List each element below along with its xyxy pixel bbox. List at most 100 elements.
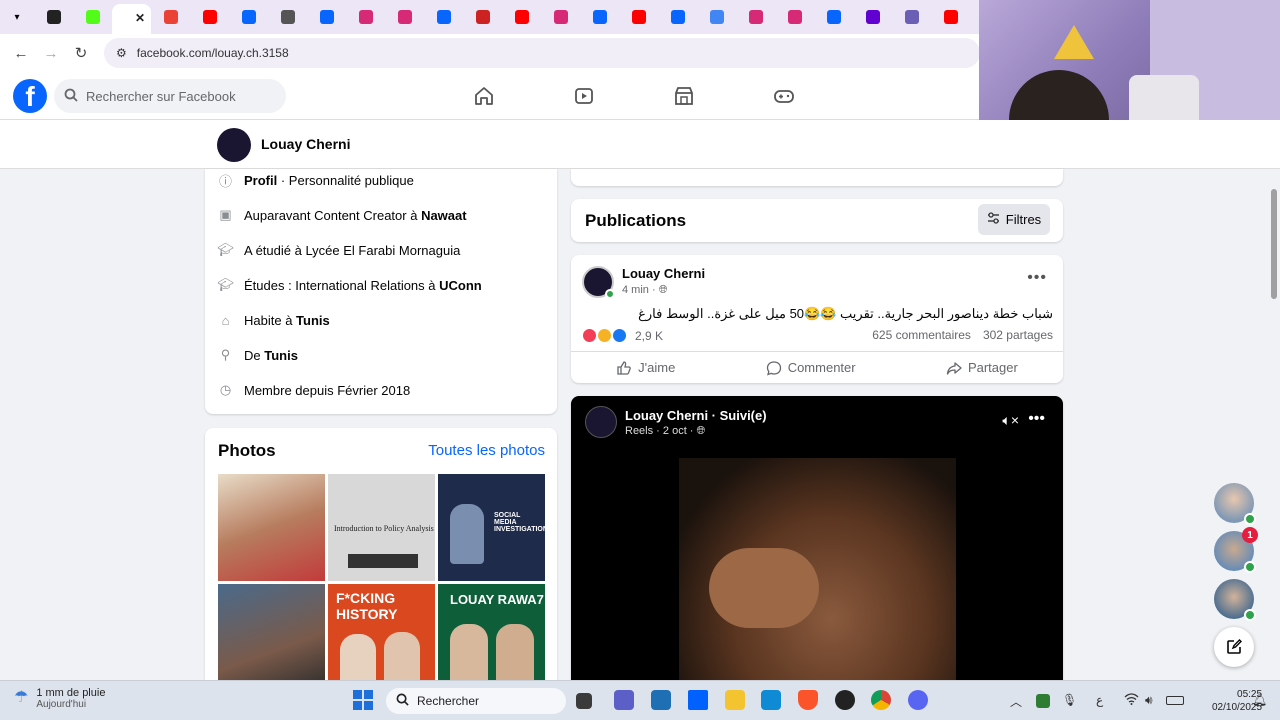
dropbox-icon[interactable] bbox=[688, 690, 708, 710]
chat-head[interactable] bbox=[1214, 579, 1256, 621]
browser-tab[interactable] bbox=[463, 0, 502, 34]
facebook-icon bbox=[241, 10, 256, 24]
globe-icon bbox=[904, 10, 919, 24]
intro-row-text: De Tunis bbox=[244, 347, 298, 363]
browser-tab[interactable] bbox=[736, 0, 775, 34]
browser-tab[interactable] bbox=[268, 0, 307, 34]
more-options-icon[interactable]: ••• bbox=[1027, 269, 1047, 287]
globe-icon: 🌐︎ bbox=[658, 284, 668, 296]
site-info-icon[interactable]: ⚙ bbox=[116, 46, 127, 60]
browser-tab[interactable] bbox=[424, 0, 463, 34]
battery-icon[interactable] bbox=[1166, 696, 1184, 705]
sliders-icon bbox=[987, 212, 1000, 227]
like-button[interactable]: J'aime bbox=[616, 360, 675, 376]
browser-tab[interactable] bbox=[853, 0, 892, 34]
browser-tab[interactable] bbox=[619, 0, 658, 34]
reel-author[interactable]: Louay Cherni · Suivi(e) bbox=[625, 408, 767, 423]
wifi-icon[interactable] bbox=[1124, 693, 1139, 708]
gaming-icon[interactable] bbox=[772, 84, 796, 108]
browser-tab[interactable] bbox=[385, 0, 424, 34]
app-icon bbox=[46, 10, 61, 24]
share-button[interactable]: Partager bbox=[946, 360, 1018, 376]
browser-tab[interactable] bbox=[229, 0, 268, 34]
photo-thumb[interactable]: SOCIAL MEDIA INVESTIGATION bbox=[438, 474, 545, 581]
all-photos-link[interactable]: Toutes les photos bbox=[428, 442, 545, 459]
mute-icon[interactable]: 🔈︎× bbox=[1002, 412, 1019, 429]
video-icon[interactable] bbox=[572, 84, 596, 108]
browser-tab[interactable] bbox=[814, 0, 853, 34]
haha-reaction-icon bbox=[597, 328, 612, 343]
file-explorer-icon[interactable] bbox=[725, 690, 745, 710]
weather-widget[interactable]: ☂ 1 mm de pluie Aujourd'hui bbox=[14, 687, 105, 710]
reel-card[interactable]: Louay Cherni · Suivi(e) Reels · 2 oct · … bbox=[571, 396, 1063, 686]
browser-tab[interactable] bbox=[502, 0, 541, 34]
notification-icon[interactable]: 🔔︎ bbox=[1252, 693, 1267, 707]
browser-tab[interactable] bbox=[658, 0, 697, 34]
scrollbar[interactable] bbox=[1268, 169, 1280, 680]
discord-icon[interactable] bbox=[908, 690, 928, 710]
new-message-icon[interactable] bbox=[1214, 627, 1254, 667]
browser-tab[interactable] bbox=[190, 0, 229, 34]
browser-tab[interactable] bbox=[892, 0, 931, 34]
browser-tab[interactable] bbox=[697, 0, 736, 34]
language-indicator[interactable]: ع bbox=[1096, 693, 1103, 707]
app-icon[interactable] bbox=[761, 690, 781, 710]
browser-tab[interactable] bbox=[580, 0, 619, 34]
facebook-search-input[interactable]: Rechercher sur Facebook bbox=[54, 79, 286, 113]
brave-icon[interactable] bbox=[798, 690, 818, 710]
chevron-down-icon[interactable]: ▾ bbox=[0, 0, 34, 34]
address-bar[interactable]: ⚙ facebook.com/louay.ch.3158 bbox=[104, 38, 980, 68]
volume-icon[interactable]: 🔊︎ bbox=[1145, 693, 1153, 708]
browser-tab[interactable] bbox=[931, 0, 970, 34]
post-author[interactable]: Louay Cherni bbox=[622, 266, 705, 281]
windows-start-icon[interactable] bbox=[353, 690, 373, 710]
comment-button[interactable]: Commenter bbox=[766, 360, 856, 376]
photo-thumb[interactable]: LOUAY RAWA7 bbox=[438, 584, 545, 691]
avatar[interactable] bbox=[217, 128, 251, 162]
chat-head[interactable]: 1 bbox=[1214, 527, 1258, 573]
close-icon[interactable]: ✕ bbox=[135, 11, 145, 25]
photo-thumb[interactable] bbox=[218, 474, 325, 581]
browser-tab[interactable] bbox=[775, 0, 814, 34]
browser-tab[interactable]: ✕ bbox=[112, 4, 151, 34]
post-time[interactable]: 4 min · 🌐︎ bbox=[622, 284, 668, 297]
home-icon[interactable] bbox=[472, 84, 496, 108]
browser-tab[interactable] bbox=[34, 0, 73, 34]
browser-tab[interactable] bbox=[151, 0, 190, 34]
security-icon[interactable] bbox=[1036, 694, 1050, 708]
browser-tab[interactable] bbox=[541, 0, 580, 34]
chrome-icon[interactable] bbox=[871, 690, 891, 710]
photo-thumb[interactable]: Introduction to Policy Analysis bbox=[328, 474, 435, 581]
photo-thumb[interactable]: F*CKING HISTORY bbox=[328, 584, 435, 691]
avatar[interactable] bbox=[585, 406, 617, 438]
reel-video[interactable] bbox=[679, 458, 956, 686]
taskbar-search[interactable]: Rechercher bbox=[386, 688, 566, 714]
chevron-up-icon[interactable]: ︿ bbox=[1010, 693, 1022, 710]
more-options-icon[interactable]: ••• bbox=[1028, 410, 1045, 428]
browser-tab[interactable] bbox=[307, 0, 346, 34]
comments-count[interactable]: 625 commentaires bbox=[872, 328, 971, 342]
youtube-icon bbox=[943, 10, 958, 24]
scrollbar-thumb[interactable] bbox=[1271, 189, 1277, 299]
teams-icon[interactable] bbox=[614, 690, 634, 710]
chat-head[interactable] bbox=[1214, 483, 1256, 525]
filters-button[interactable]: Filtres bbox=[978, 204, 1050, 235]
facebook-icon bbox=[592, 10, 607, 24]
store-icon[interactable] bbox=[651, 690, 671, 710]
app-icon[interactable] bbox=[835, 690, 855, 710]
marketplace-icon[interactable] bbox=[672, 84, 696, 108]
facebook-logo[interactable]: f bbox=[13, 79, 47, 113]
forward-icon[interactable]: → bbox=[38, 40, 64, 66]
photo-thumb[interactable] bbox=[218, 584, 325, 691]
task-view-icon[interactable] bbox=[576, 693, 592, 709]
browser-tab[interactable] bbox=[346, 0, 385, 34]
profile-name[interactable]: Louay Cherni bbox=[261, 136, 350, 152]
reactions-summary[interactable]: 2,9 K bbox=[582, 328, 663, 343]
microphone-icon[interactable]: 🎙︎ bbox=[1062, 693, 1077, 707]
reload-icon[interactable]: ↻ bbox=[68, 40, 94, 66]
back-icon[interactable]: ← bbox=[8, 40, 34, 66]
post-card: Louay Cherni 4 min · 🌐︎ ••• شباب خطة دين… bbox=[571, 255, 1063, 383]
share-icon bbox=[946, 361, 962, 375]
shares-count[interactable]: 302 partages bbox=[983, 328, 1053, 342]
browser-tab[interactable] bbox=[73, 0, 112, 34]
